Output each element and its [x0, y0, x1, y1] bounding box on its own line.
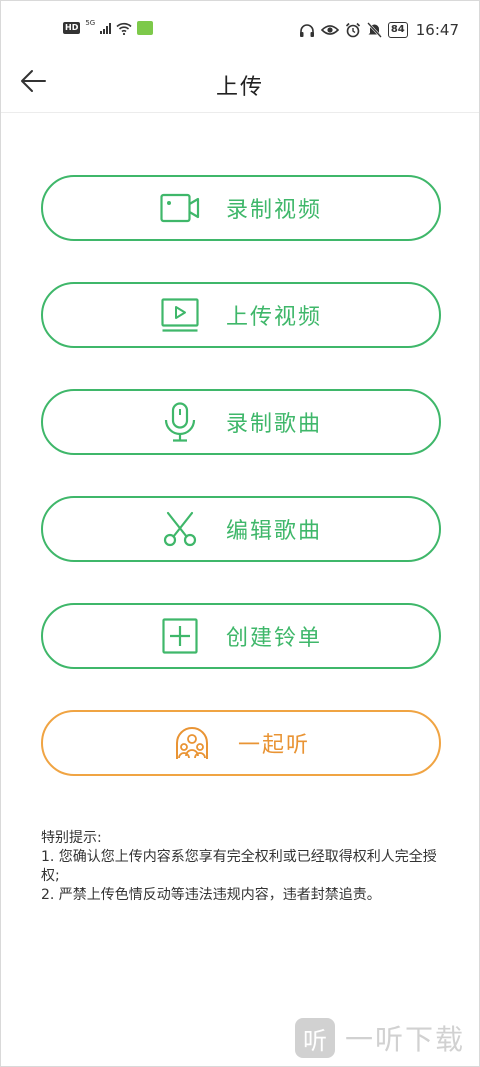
clock: 16:47 — [415, 21, 459, 39]
upload-actions: 录制视频 上传视频 录制歌曲 编辑歌曲 创建铃单 一起听 — [41, 175, 441, 817]
listen-together-button[interactable]: 一起听 — [41, 710, 441, 776]
record-video-label: 录制视频 — [225, 198, 322, 223]
video-play-icon — [160, 295, 200, 335]
alarm-icon — [345, 22, 361, 38]
create-ringtone-list-label: 创建铃单 — [225, 626, 322, 651]
edit-song-button[interactable]: 编辑歌曲 — [41, 496, 441, 562]
listen-together-label: 一起听 — [237, 733, 310, 758]
notice-title: 特别提示: — [41, 830, 102, 846]
record-song-label: 录制歌曲 — [225, 412, 322, 437]
status-bar: HD 5G 84 16:47 — [1, 1, 479, 59]
battery-indicator: 84 — [387, 22, 408, 38]
notice-line-1: 1. 您确认您上传内容系您享有完全权利或已经取得权利人完全授权; — [41, 849, 437, 884]
upload-video-button[interactable]: 上传视频 — [41, 282, 441, 348]
video-camera-icon — [160, 188, 200, 228]
record-song-button[interactable]: 录制歌曲 — [41, 389, 441, 455]
headphones-icon — [299, 23, 315, 38]
eye-icon — [320, 24, 339, 36]
status-left: HD 5G — [63, 19, 154, 35]
app-header: 上传 — [1, 59, 479, 113]
plus-square-icon — [160, 616, 200, 656]
watermark: 听 一听下载 — [294, 1018, 465, 1058]
screen: HD 5G 84 16:47 上传 录制视频 上传视频 录制歌曲 编辑歌曲 创建… — [0, 0, 480, 1067]
wifi-icon — [116, 22, 132, 35]
hd-badge: HD — [63, 22, 81, 34]
network-type: 5G — [85, 19, 96, 27]
watermark-text: 一听下载 — [344, 1023, 465, 1056]
scissors-icon — [160, 509, 200, 549]
signal-icon — [100, 22, 112, 34]
upload-notice: 特别提示: 1. 您确认您上传内容系您享有完全权利或已经取得权利人完全授权; 2… — [41, 829, 451, 905]
app-notification-icon — [137, 21, 154, 35]
mute-icon — [366, 22, 382, 38]
page-title: 上传 — [215, 75, 264, 100]
listen-together-icon — [172, 723, 212, 763]
edit-song-label: 编辑歌曲 — [225, 519, 322, 544]
record-video-button[interactable]: 录制视频 — [41, 175, 441, 241]
status-right: 84 16:47 — [299, 21, 459, 39]
create-ringtone-list-button[interactable]: 创建铃单 — [41, 603, 441, 669]
microphone-icon — [160, 402, 200, 442]
notice-line-2: 2. 严禁上传色情反动等违法违规内容，违者封禁追责。 — [41, 887, 381, 903]
upload-video-label: 上传视频 — [225, 305, 322, 330]
watermark-logo: 听 — [294, 1018, 335, 1058]
